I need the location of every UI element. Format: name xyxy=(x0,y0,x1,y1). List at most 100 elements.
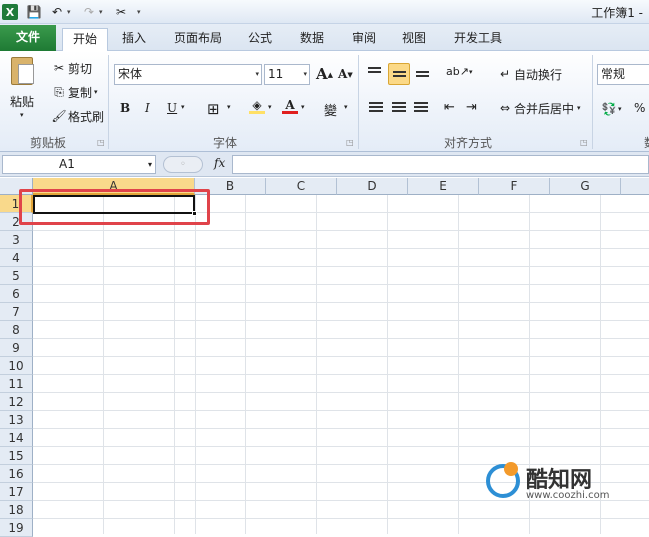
quick-access-dropdown-icon[interactable]: ▾ xyxy=(137,3,141,21)
alignment-launcher-icon[interactable]: ◳ xyxy=(580,138,588,147)
font-launcher-icon[interactable]: ◳ xyxy=(346,138,354,147)
font-color-dropdown-icon[interactable]: ▾ xyxy=(301,103,305,111)
row-header[interactable]: 8 xyxy=(0,321,33,339)
tab-home[interactable]: 开始 xyxy=(62,28,108,52)
row-header[interactable]: 17 xyxy=(0,483,33,501)
align-middle-button[interactable] xyxy=(388,63,410,85)
row-header[interactable]: 13 xyxy=(0,411,33,429)
copy-button[interactable]: ⎘ 复制 ▾ xyxy=(50,83,98,101)
save-icon[interactable]: 💾 xyxy=(27,3,42,21)
tab-view[interactable]: 视图 xyxy=(394,28,434,51)
chevron-down-icon[interactable]: ▾ xyxy=(148,156,152,173)
italic-button[interactable]: I xyxy=(145,101,150,115)
redo-dropdown-icon[interactable]: ▾ xyxy=(99,3,103,21)
column-header-d[interactable]: D xyxy=(337,178,408,195)
grow-font-button[interactable]: A ▲ xyxy=(316,65,333,83)
tab-data[interactable]: 数据 xyxy=(292,28,332,51)
row-header[interactable]: 6 xyxy=(0,285,33,303)
name-box[interactable]: A1 ▾ xyxy=(2,155,156,174)
phonetic-dropdown-icon[interactable]: ▾ xyxy=(344,103,348,111)
currency-format-button[interactable]: 💱 ▾ xyxy=(600,100,622,118)
chevron-down-icon: ▾ xyxy=(303,70,307,78)
row-header[interactable]: 3 xyxy=(0,231,33,249)
row-header[interactable]: 11 xyxy=(0,375,33,393)
group-divider xyxy=(108,55,109,149)
merge-dropdown-icon[interactable]: ▾ xyxy=(577,104,581,112)
tab-page-layout[interactable]: 页面布局 xyxy=(166,28,230,51)
wrap-text-icon: ↵ xyxy=(499,67,511,81)
formula-bar-splitter[interactable]: ◦ xyxy=(163,156,203,173)
formula-bar: A1 ▾ ◦ fx xyxy=(0,152,649,177)
align-bottom-button[interactable] xyxy=(416,71,429,78)
row-header[interactable]: 19 xyxy=(0,519,33,537)
title-bar: X 💾 ↶ ▾ ↷ ▾ ✂ ▾ 工作簿1 - xyxy=(0,0,649,24)
paste-icon[interactable] xyxy=(11,57,34,85)
row-header[interactable]: 14 xyxy=(0,429,33,447)
row-header[interactable]: 16 xyxy=(0,465,33,483)
tab-file[interactable]: 文件 xyxy=(0,25,56,51)
copy-dropdown-icon[interactable]: ▾ xyxy=(94,88,98,96)
align-right-button[interactable] xyxy=(414,102,428,113)
column-header-h[interactable] xyxy=(621,178,649,195)
column-header-g[interactable]: G xyxy=(550,178,621,195)
paste-button[interactable]: 粘贴 xyxy=(10,93,34,110)
highlight-annotation xyxy=(19,189,210,225)
column-a-divider xyxy=(195,195,196,534)
format-painter-button[interactable]: 🖌 格式刷 xyxy=(50,107,104,125)
fill-dropdown-icon[interactable]: ▾ xyxy=(268,103,272,111)
decrease-indent-button[interactable]: ⇤ xyxy=(444,100,455,115)
percent-button[interactable]: % xyxy=(634,101,645,115)
insert-function-icon[interactable]: fx xyxy=(214,156,225,170)
shrink-font-button[interactable]: A ▼ xyxy=(338,67,353,81)
row-header[interactable]: 15 xyxy=(0,447,33,465)
increase-indent-button[interactable]: ⇥ xyxy=(466,100,477,115)
border-icon[interactable]: ⊞ xyxy=(207,100,220,118)
undo-icon[interactable]: ↶ xyxy=(50,3,64,21)
wrap-text-label: 自动换行 xyxy=(514,67,563,82)
row-header[interactable]: 9 xyxy=(0,339,33,357)
border-dropdown-icon[interactable]: ▾ xyxy=(227,103,231,111)
chevron-down-icon: ▾ xyxy=(255,70,259,78)
undo-dropdown-icon[interactable]: ▾ xyxy=(67,3,71,21)
font-color-icon: A xyxy=(285,98,295,112)
align-left-button[interactable] xyxy=(369,102,383,113)
row-header[interactable]: 10 xyxy=(0,357,33,375)
column-header-f[interactable]: F xyxy=(479,178,550,195)
row-header[interactable]: 4 xyxy=(0,249,33,267)
format-painter-label: 格式刷 xyxy=(68,109,105,124)
underline-dropdown-icon[interactable]: ▾ xyxy=(181,103,185,111)
align-top-button[interactable] xyxy=(368,67,381,74)
align-middle-icon xyxy=(392,70,406,78)
row-header[interactable]: 12 xyxy=(0,393,33,411)
cut-button[interactable]: ✂ 剪切 xyxy=(50,59,92,77)
phonetic-icon[interactable]: 變 xyxy=(324,100,337,119)
row-header[interactable]: 5 xyxy=(0,267,33,285)
currency-icon: 💱 xyxy=(601,102,617,116)
row-header[interactable]: 18 xyxy=(0,501,33,519)
merge-center-button[interactable]: ⇔ 合并后居中 ▾ xyxy=(496,99,581,117)
customize-tool-icon[interactable]: ✂ xyxy=(112,3,130,21)
tab-review[interactable]: 审阅 xyxy=(344,28,384,51)
paste-dropdown-icon[interactable]: ▾ xyxy=(20,111,24,119)
font-size-select[interactable]: 11 ▾ xyxy=(264,64,310,85)
tab-developer[interactable]: 开发工具 xyxy=(446,28,510,51)
bold-button[interactable]: B xyxy=(120,101,130,115)
tab-insert[interactable]: 插入 xyxy=(114,28,154,51)
name-box-value: A1 xyxy=(59,157,75,171)
column-header-c[interactable]: C xyxy=(266,178,337,195)
align-center-button[interactable] xyxy=(392,102,406,113)
clipboard-launcher-icon[interactable]: ◳ xyxy=(97,138,105,147)
column-header-e[interactable]: E xyxy=(408,178,479,195)
number-format-select[interactable]: 常规 xyxy=(597,64,649,85)
wrap-text-button[interactable]: ↵ 自动换行 xyxy=(496,65,562,83)
tab-formulas[interactable]: 公式 xyxy=(240,28,280,51)
redo-icon[interactable]: ↷ xyxy=(82,3,96,21)
formula-input[interactable] xyxy=(232,155,649,174)
row-header[interactable]: 7 xyxy=(0,303,33,321)
fill-color-button[interactable]: ◈ xyxy=(249,99,265,114)
excel-logo-icon[interactable]: X xyxy=(2,4,18,20)
orientation-button[interactable]: ab↗ ▾ xyxy=(446,65,472,78)
underline-button[interactable]: U xyxy=(167,101,177,115)
font-name-select[interactable]: 宋体 ▾ xyxy=(114,64,262,85)
font-color-button[interactable]: A xyxy=(282,99,298,114)
